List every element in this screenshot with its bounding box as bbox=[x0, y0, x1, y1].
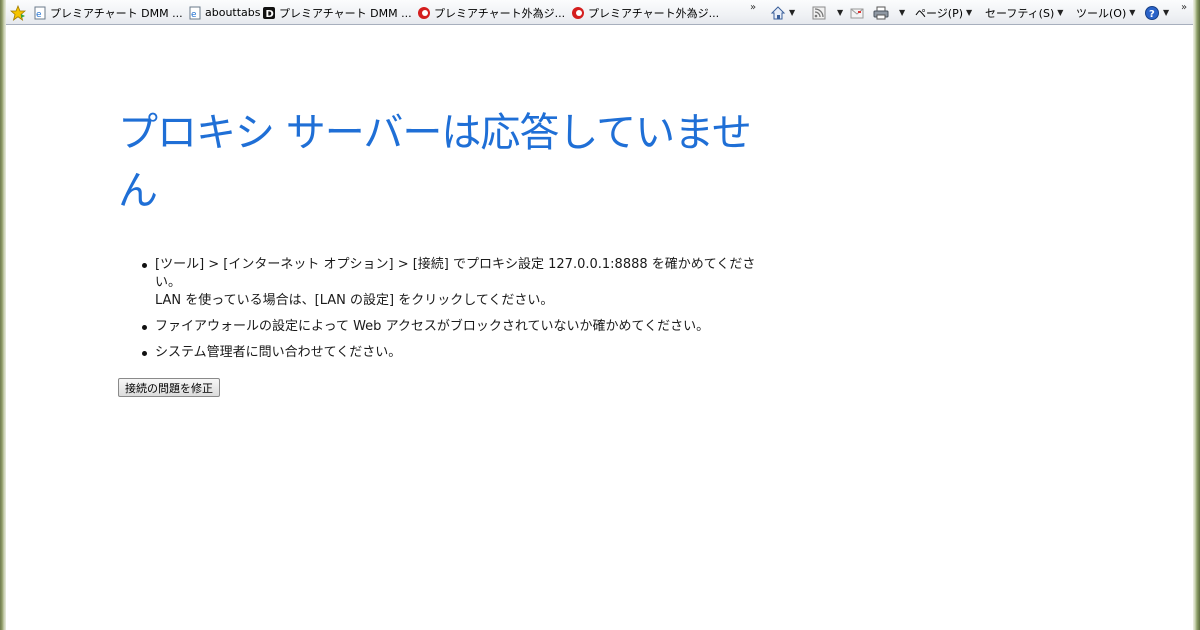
chevron-down-icon: ▼ bbox=[966, 8, 973, 17]
page-menu[interactable]: ページ(P) ▼ bbox=[915, 4, 972, 21]
page-title: プロキシ サーバーは応答していません bbox=[118, 110, 752, 214]
command-overflow-chevron-icon[interactable]: » bbox=[1181, 2, 1187, 13]
chevron-down-icon: ▼ bbox=[837, 8, 844, 17]
window-border-right bbox=[1193, 0, 1200, 630]
svg-text:e: e bbox=[36, 10, 42, 20]
help-menu[interactable]: ? ▼ bbox=[1144, 4, 1169, 21]
favorite-link-1[interactable]: e プレミアチャート DMM ... bbox=[33, 4, 183, 21]
favorite-label: プレミアチャート DMM ... bbox=[279, 6, 412, 20]
list-item: ファイアウォールの設定によって Web アクセスがブロックされていないか確かめて… bbox=[142, 318, 778, 336]
favorite-label: プレミアチャート外為ジ... bbox=[434, 6, 566, 20]
home-button[interactable]: ▼ bbox=[770, 4, 795, 21]
chevron-down-icon: ▼ bbox=[899, 8, 906, 17]
page-menu-label: ページ(P) bbox=[915, 6, 963, 20]
chevron-down-icon: ▼ bbox=[1129, 8, 1136, 17]
favorite-link-5[interactable]: プレミアチャート外為ジ... bbox=[571, 4, 719, 21]
safety-menu[interactable]: セーフティ(S) ▼ bbox=[985, 4, 1063, 21]
ie-page-icon: e bbox=[189, 6, 201, 20]
favorite-label: プレミアチャート外為ジ... bbox=[588, 6, 720, 20]
error-page-content: プロキシ サーバーは応答していません [ツール] > [インターネット オプショ… bbox=[118, 104, 778, 370]
dmm-d-icon: D bbox=[263, 6, 275, 20]
svg-text:?: ? bbox=[1149, 9, 1155, 20]
home-icon bbox=[770, 5, 786, 19]
mail-icon bbox=[850, 8, 864, 18]
tip-text: [ツール] > [インターネット オプション] > [接続] でプロキシ設定 1… bbox=[155, 257, 756, 290]
gaitame-icon bbox=[418, 6, 430, 19]
window-border-left bbox=[0, 0, 6, 630]
tools-menu-label: ツール(O) bbox=[1076, 6, 1127, 20]
print-button[interactable]: ▼ bbox=[873, 4, 905, 21]
tip-text: システム管理者に問い合わせてください。 bbox=[155, 345, 402, 360]
fix-connection-problems-button[interactable]: 接続の問題を修正 bbox=[118, 378, 220, 397]
svg-text:e: e bbox=[191, 10, 197, 20]
browser-window: e プレミアチャート DMM ... e abouttabs D プレミアチャー… bbox=[0, 0, 1200, 630]
svg-text:D: D bbox=[266, 9, 274, 20]
ie-page-icon: e bbox=[34, 6, 46, 20]
troubleshooting-list: [ツール] > [インターネット オプション] > [接続] でプロキシ設定 1… bbox=[118, 256, 778, 362]
tip-text-continued: LAN を使っている場合は、[LAN の設定] をクリックしてください。 bbox=[155, 293, 554, 308]
chevron-down-icon: ▼ bbox=[1057, 8, 1064, 17]
favorite-label: abouttabs bbox=[205, 6, 261, 19]
chevron-down-icon: ▼ bbox=[1163, 8, 1170, 17]
mail-button[interactable] bbox=[849, 4, 865, 21]
favorites-star-icon[interactable] bbox=[10, 5, 26, 21]
favorites-command-bar: e プレミアチャート DMM ... e abouttabs D プレミアチャー… bbox=[0, 0, 1200, 25]
printer-icon bbox=[873, 6, 889, 19]
favorites-overflow-chevron-icon[interactable]: » bbox=[750, 2, 756, 13]
list-item: [ツール] > [インターネット オプション] > [接続] でプロキシ設定 1… bbox=[142, 256, 778, 310]
feeds-button[interactable]: ▼ bbox=[811, 4, 843, 21]
safety-menu-label: セーフティ(S) bbox=[985, 6, 1055, 20]
chevron-down-icon: ▼ bbox=[789, 8, 796, 17]
list-item: システム管理者に問い合わせてください。 bbox=[142, 344, 778, 362]
tools-menu[interactable]: ツール(O) ▼ bbox=[1076, 4, 1135, 21]
help-icon: ? bbox=[1145, 5, 1159, 20]
gaitame-icon bbox=[572, 6, 584, 19]
favorite-link-3[interactable]: D プレミアチャート DMM ... bbox=[262, 4, 412, 21]
favorite-label: プレミアチャート DMM ... bbox=[50, 6, 183, 20]
tip-text: ファイアウォールの設定によって Web アクセスがブロックされていないか確かめて… bbox=[155, 319, 710, 334]
rss-feed-icon bbox=[812, 6, 826, 19]
favorite-link-2[interactable]: e abouttabs bbox=[188, 4, 261, 21]
favorite-link-4[interactable]: プレミアチャート外為ジ... bbox=[417, 4, 565, 21]
